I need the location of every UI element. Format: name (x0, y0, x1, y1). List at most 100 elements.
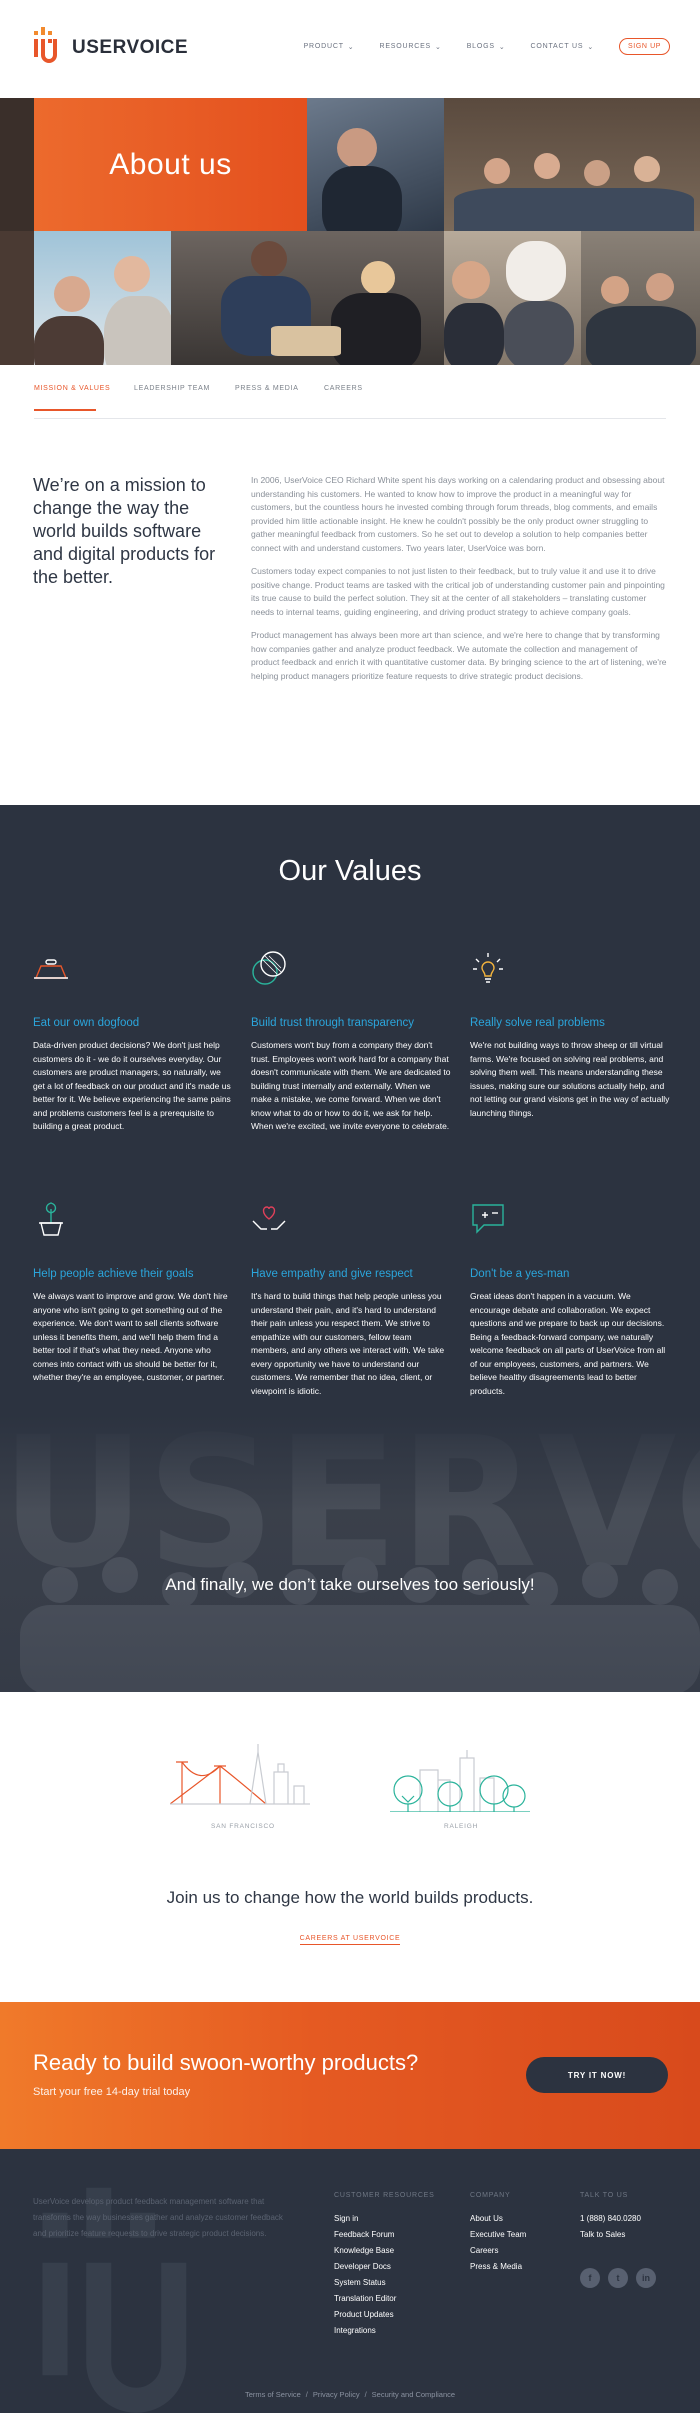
careers-link-label: CAREERS AT USERVOICE (299, 1935, 401, 1945)
mission-headline: We’re on a mission to change the way the… (33, 475, 216, 587)
mission-paragraph: Product management has always been more … (251, 630, 667, 681)
footer-link-press-media[interactable]: Press & Media (470, 2259, 526, 2275)
value-body: It's hard to build things that help peop… (251, 1291, 445, 1396)
footer-link-system-status[interactable]: System Status (334, 2275, 435, 2291)
footer-link-knowledge-base[interactable]: Knowledge Base (334, 2243, 435, 2259)
chevron-down-icon: ⌄ (435, 43, 442, 51)
sign-up-button[interactable]: SIGN UP (619, 38, 670, 55)
footer-link-careers[interactable]: Careers (470, 2243, 526, 2259)
tab-press-media[interactable]: PRESS & MEDIA (235, 385, 299, 392)
value-body: Customers won't buy from a company they … (251, 1040, 451, 1131)
chat-plus-minus-icon (472, 1204, 504, 1234)
site-header: USERVOICE PRODUCT ⌄ RESOURCES ⌄ BLOGS ⌄ CON… (0, 0, 700, 98)
value-title: Really solve real problems (470, 1017, 605, 1029)
nav-product[interactable]: PRODUCT ⌄ (304, 43, 355, 51)
dog-bowl-icon (34, 959, 68, 979)
value-body: Data-driven product decisions? We don't … (33, 1040, 231, 1131)
value-title: Have empathy and give respect (251, 1268, 413, 1280)
lightbulb-icon (473, 953, 503, 983)
privacy-policy-link[interactable]: Privacy Policy (313, 2390, 360, 2399)
team-photo (444, 98, 700, 231)
office-label-raleigh: RALEIGH (444, 1823, 479, 1830)
team-photo (0, 231, 34, 365)
footer-column-company: COMPANY About Us Executive Team Careers … (470, 2192, 526, 2275)
closing-statement: And finally, we don’t take ourselves too… (165, 1575, 535, 1594)
main-nav: PRODUCT ⌄ RESOURCES ⌄ BLOGS ⌄ CONTACT US ⌄ S… (304, 38, 670, 55)
footer-column-heading: CUSTOMER RESOURCES (334, 2192, 435, 2199)
brand-name: USERVOICE (72, 37, 189, 58)
active-tab-indicator (34, 409, 96, 411)
cta-title: Ready to build swoon-worthy products? (33, 2050, 419, 2075)
tab-leadership-team[interactable]: LEADERSHIP TEAM (134, 385, 210, 392)
value-card: Eat our own dogfood Data-driven product … (33, 950, 233, 1134)
careers-at-uservoice-link[interactable]: CAREERS AT USERVOICE (299, 1927, 401, 1945)
footer-link-product-updates[interactable]: Product Updates (334, 2307, 435, 2323)
team-photo (34, 231, 171, 365)
footer-column-heading: COMPANY (470, 2192, 511, 2199)
nav-product-label: PRODUCT (303, 43, 344, 50)
value-title: Help people achieve their goals (33, 1268, 194, 1280)
raleigh-skyline-icon (390, 1750, 530, 1812)
facebook-icon[interactable]: f (580, 2268, 600, 2288)
nav-blogs-label: BLOGS (466, 43, 495, 50)
potted-plant-icon (39, 1202, 63, 1236)
footer-column-talk-to-us: TALK TO US 1 (888) 840.0280 Talk to Sale… (580, 2192, 641, 2243)
office-label-san-francisco: SAN FRANCISCO (211, 1823, 275, 1830)
footer-column-heading: TALK TO US (580, 2192, 629, 2199)
footer-about-text: UserVoice develops product feedback mana… (33, 2197, 283, 2238)
team-photo (581, 231, 700, 365)
mission-paragraph: In 2006, UserVoice CEO Richard White spe… (251, 475, 665, 553)
footer-link-developer-docs[interactable]: Developer Docs (334, 2259, 435, 2275)
linkedin-icon[interactable]: in (636, 2268, 656, 2288)
footer-link-translation-editor[interactable]: Translation Editor (334, 2291, 435, 2307)
value-body: Great ideas don't happen in a vacuum. We… (470, 1291, 666, 1396)
tab-careers[interactable]: CAREERS (324, 385, 363, 392)
chevron-down-icon: ⌄ (498, 43, 506, 51)
page-title: About us (109, 147, 232, 181)
footer-link-sign-in[interactable]: Sign in (334, 2211, 435, 2227)
values-section: USERVOICE Our Values Eat our own dogfood… (0, 805, 700, 1692)
footer-link-feedback-forum[interactable]: Feedback Forum (334, 2227, 435, 2243)
hero-photo-collage: About us (0, 98, 700, 365)
security-compliance-link[interactable]: Security and Compliance (372, 2390, 455, 2399)
nav-blogs[interactable]: BLOGS ⌄ (467, 43, 506, 51)
about-us-banner: About us (34, 98, 307, 231)
footer-link-executive-team[interactable]: Executive Team (470, 2227, 526, 2243)
terms-of-service-link[interactable]: Terms of Service (245, 2390, 301, 2399)
value-body: We always want to improve and grow. We d… (33, 1291, 228, 1382)
footer-link-integrations[interactable]: Integrations (334, 2323, 435, 2339)
cta-subtitle: Start your free 14-day trial today (33, 2086, 191, 2098)
footer-link-about-us[interactable]: About Us (470, 2211, 526, 2227)
nav-contact-us[interactable]: CONTACT US ⌄ (530, 43, 594, 51)
value-card: Build trust through transparency Custome… (251, 950, 451, 1134)
mission-body: In 2006, UserVoice CEO Richard White spe… (251, 474, 667, 693)
values-title: Our Values (278, 855, 422, 887)
chevron-down-icon: ⌄ (587, 43, 595, 51)
value-title: Don't be a yes-man (470, 1268, 570, 1280)
about-tabs: MISSION & VALUES LEADERSHIP TEAM PRESS &… (34, 365, 666, 419)
uservoice-logo-mark-icon (34, 27, 57, 63)
value-card: Have empathy and give respect It's hard … (251, 1201, 451, 1398)
footer-link-talk-to-sales[interactable]: Talk to Sales (580, 2227, 641, 2243)
site-footer: UserVoice develops product feedback mana… (0, 2149, 700, 2413)
footer-column-customer-resources: CUSTOMER RESOURCES Sign in Feedback Foru… (334, 2192, 435, 2339)
chevron-down-icon: ⌄ (347, 43, 355, 51)
twitter-icon[interactable]: t (608, 2268, 628, 2288)
trial-cta-banner: Ready to build swoon-worthy products? St… (0, 2002, 700, 2149)
try-it-now-button[interactable]: TRY IT NOW! (526, 2057, 668, 2093)
nav-resources[interactable]: RESOURCES ⌄ (379, 43, 441, 51)
mission-section: We’re on a mission to change the way the… (0, 419, 700, 805)
team-photo (0, 98, 34, 231)
team-group-photo: USERVOICE (0, 1415, 700, 1692)
value-body: We're not building ways to throw sheep o… (470, 1040, 670, 1118)
team-photo (171, 231, 444, 365)
mission-paragraph: Customers today expect companies to not … (251, 566, 665, 617)
uservoice-logo[interactable]: USERVOICE (32, 27, 188, 69)
tab-mission-values[interactable]: MISSION & VALUES (34, 385, 110, 392)
value-card: Don't be a yes-man Great ideas don't hap… (470, 1201, 670, 1398)
nav-resources-label: RESOURCES (379, 43, 432, 50)
value-card: Really solve real problems We're not bui… (470, 950, 670, 1120)
footer-phone-link[interactable]: 1 (888) 840.0280 (580, 2211, 641, 2227)
team-photo (444, 231, 581, 365)
separator: / (305, 2390, 308, 2399)
